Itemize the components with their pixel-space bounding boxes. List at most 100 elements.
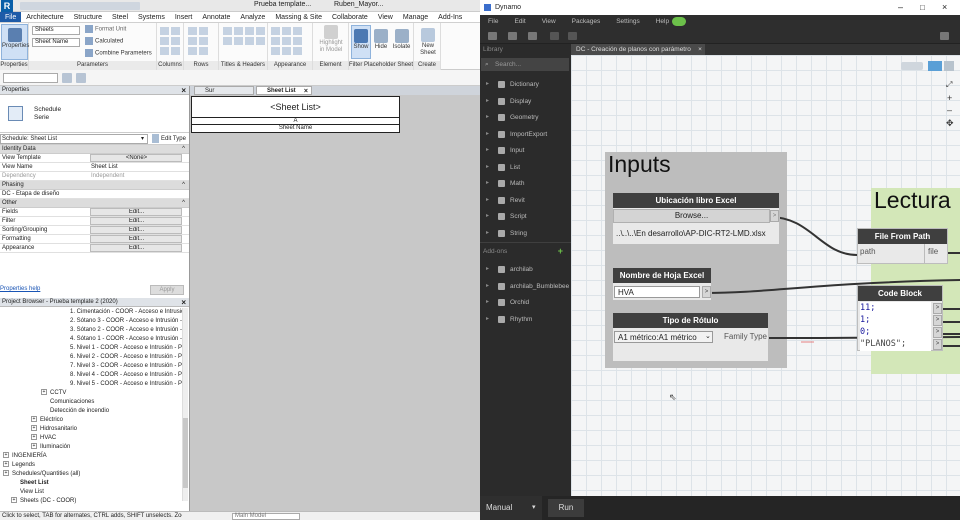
- menu-manage[interactable]: Manage: [398, 12, 433, 22]
- format-unit-button[interactable]: Format Unit: [85, 25, 126, 35]
- output-port[interactable]: >: [933, 339, 942, 350]
- dynamo-menu-edit[interactable]: Edit: [506, 15, 533, 28]
- property-row[interactable]: Filter Edit...: [0, 217, 189, 226]
- library-addon[interactable]: ▸ archilab_Bumblebee: [480, 278, 571, 295]
- properties-help-link[interactable]: Properties help: [0, 286, 40, 292]
- browser-item[interactable]: 5. Nivel 1 - COOR - Acceso e Intrusión -…: [70, 344, 182, 353]
- code-line[interactable]: 1;: [860, 314, 931, 326]
- expand-icon[interactable]: +: [3, 470, 9, 477]
- dynamo-menu-file[interactable]: File: [480, 15, 506, 28]
- library-category-list[interactable]: ▸ List: [480, 159, 571, 176]
- quick-access-toolbar[interactable]: [20, 2, 140, 10]
- schedule-column-letter[interactable]: A: [192, 118, 399, 125]
- output-port[interactable]: >: [933, 315, 942, 326]
- menu-architecture[interactable]: Architecture: [21, 12, 68, 22]
- expand-icon[interactable]: +: [31, 416, 37, 423]
- browser-item[interactable]: + HVAC: [31, 434, 56, 443]
- node-ubicacion-excel[interactable]: Ubicación libro Excel Browse... > ..\..\…: [612, 192, 780, 245]
- browser-item[interactable]: Comunicaciones: [50, 398, 94, 407]
- wire-excel-to-path[interactable]: [769, 216, 858, 256]
- columns-tools[interactable]: [160, 27, 180, 55]
- property-row[interactable]: View Template <None>: [0, 154, 189, 163]
- menu-analyze[interactable]: Analyze: [235, 12, 270, 22]
- collapse-icon[interactable]: ^: [182, 181, 185, 190]
- browser-item[interactable]: + CCTV: [41, 389, 66, 398]
- screenshot-icon[interactable]: [940, 32, 949, 40]
- expand-icon[interactable]: +: [3, 461, 9, 468]
- apply-button[interactable]: Apply: [150, 285, 184, 295]
- browser-item[interactable]: + Hidrosanitario: [31, 425, 77, 434]
- undo-icon[interactable]: [550, 32, 559, 40]
- browser-item[interactable]: Sheet List: [20, 479, 49, 488]
- expand-icon[interactable]: +: [11, 497, 17, 504]
- sheets-select[interactable]: Sheets: [32, 26, 80, 35]
- property-value[interactable]: Sheet List: [90, 163, 182, 172]
- output-port[interactable]: >: [933, 303, 942, 314]
- menu-annotate[interactable]: Annotate: [197, 12, 235, 22]
- library-category-importexport[interactable]: ▸ ImportExport: [480, 126, 571, 143]
- schedule-column-header[interactable]: Sheet Name: [192, 125, 399, 132]
- property-value[interactable]: <None>: [90, 154, 182, 162]
- add-icon[interactable]: +: [558, 243, 563, 260]
- browser-item[interactable]: 2. Sótano 3 - COOR - Acceso e Intrusión …: [70, 317, 182, 326]
- output-port[interactable]: >: [702, 286, 711, 298]
- menu-massing-site[interactable]: Massing & Site: [270, 12, 327, 22]
- property-row[interactable]: Formatting Edit...: [0, 235, 189, 244]
- show-button[interactable]: Show: [351, 25, 371, 59]
- appearance-tools[interactable]: [271, 27, 302, 55]
- tab-sheet-list[interactable]: Sheet List ×: [256, 86, 312, 95]
- library-addon[interactable]: ▸ Orchid: [480, 294, 571, 311]
- code-line[interactable]: "PLANOS";: [860, 338, 931, 350]
- isolate-button[interactable]: Isolate: [391, 25, 412, 51]
- property-row[interactable]: Fields Edit...: [0, 208, 189, 217]
- expand-icon[interactable]: +: [31, 443, 37, 450]
- tab-sur[interactable]: Sur: [194, 86, 254, 95]
- context-tool-icon[interactable]: [76, 73, 86, 83]
- expand-icon[interactable]: +: [3, 452, 9, 459]
- notification-icon[interactable]: [672, 17, 686, 26]
- property-value[interactable]: Edit...: [90, 235, 182, 243]
- family-type-dropdown[interactable]: A1 métrico:A1 métrico: [614, 331, 713, 343]
- property-row[interactable]: DC - Etapa de diseño: [0, 190, 189, 199]
- menu-file[interactable]: File: [0, 12, 22, 22]
- close-icon[interactable]: ×: [942, 0, 947, 15]
- context-tool-icon[interactable]: [62, 73, 72, 83]
- output-port[interactable]: >: [770, 210, 779, 222]
- browser-item[interactable]: 1. Cimentación - COOR - Acceso e Intrusi…: [70, 308, 188, 317]
- family-type-port[interactable]: Family Type: [716, 331, 769, 343]
- chevron-down-icon[interactable]: ▾: [532, 496, 536, 520]
- titles-headers-tools[interactable]: [223, 27, 265, 45]
- library-category-geometry[interactable]: ▸ Geometry: [480, 109, 571, 126]
- sheet-name-input[interactable]: HVA: [614, 286, 700, 298]
- input-port-path[interactable]: path: [860, 247, 876, 256]
- browser-item[interactable]: 7. Nivel 3 - COOR - Acceso e Intrusión -…: [70, 362, 182, 371]
- output-port[interactable]: >: [933, 327, 942, 338]
- menu-systems[interactable]: Systems: [133, 12, 170, 22]
- property-row[interactable]: View Name Sheet List: [0, 163, 189, 172]
- output-port-file[interactable]: file: [928, 247, 938, 256]
- schedule-title[interactable]: <Sheet List>: [192, 97, 399, 118]
- property-value[interactable]: Edit...: [90, 244, 182, 252]
- minimize-icon[interactable]: –: [898, 0, 903, 15]
- browser-item[interactable]: View List: [20, 488, 44, 497]
- browser-item[interactable]: + INGENIERÍA: [3, 452, 47, 461]
- type-selector[interactable]: Schedule Serie: [0, 95, 189, 133]
- dynamo-menu-settings[interactable]: Settings: [608, 15, 648, 28]
- property-row[interactable]: Sorting/Grouping Edit...: [0, 226, 189, 235]
- workspace-tab[interactable]: DC - Creación de planos con parámetro ×: [571, 44, 705, 55]
- library-category-script[interactable]: ▸ Script: [480, 208, 571, 225]
- close-icon[interactable]: ×: [181, 86, 186, 95]
- run-mode-select[interactable]: Manual ▾: [480, 496, 542, 520]
- browser-item[interactable]: Detección de incendio: [50, 407, 109, 416]
- property-value[interactable]: Edit...: [90, 226, 182, 234]
- browser-item[interactable]: 6. Nivel 2 - COOR - Acceso e Intrusión -…: [70, 353, 182, 362]
- rows-tools[interactable]: [188, 27, 208, 55]
- chevron-down-icon[interactable]: ▾: [141, 134, 144, 144]
- library-category-string[interactable]: ▸ String: [480, 225, 571, 242]
- save-file-icon[interactable]: [528, 32, 537, 40]
- library-search-input[interactable]: ⌕ Search...: [481, 58, 569, 71]
- menu-view[interactable]: View: [373, 12, 398, 22]
- chevron-down-icon[interactable]: ⌄: [705, 332, 711, 340]
- section-phasing[interactable]: Phasing ^: [0, 181, 189, 190]
- new-file-icon[interactable]: [488, 32, 497, 40]
